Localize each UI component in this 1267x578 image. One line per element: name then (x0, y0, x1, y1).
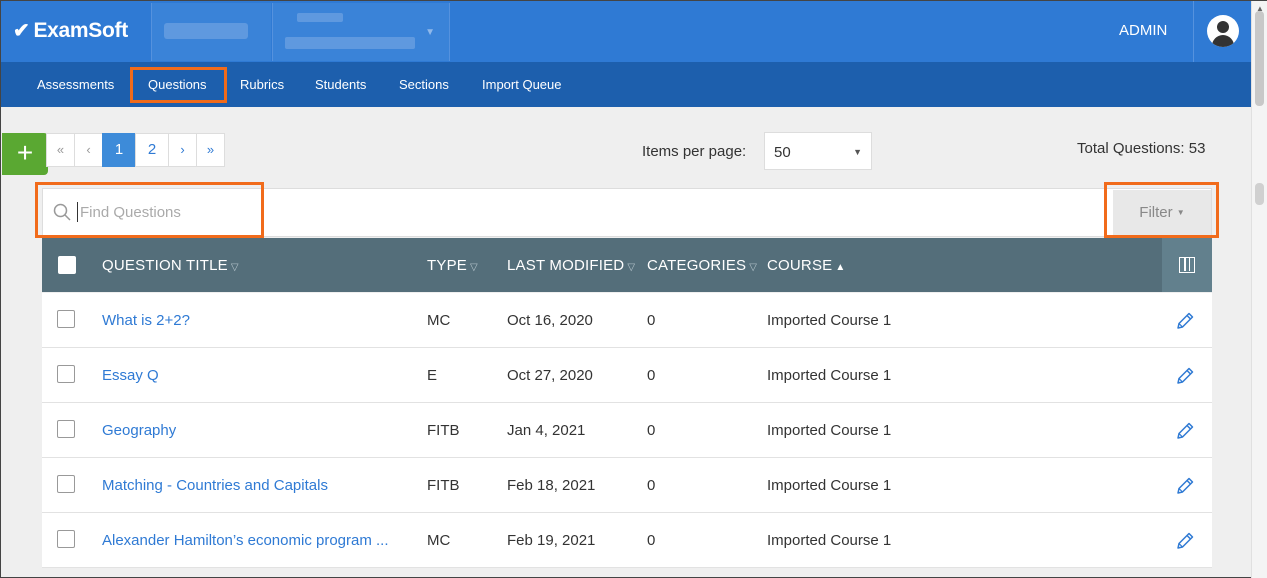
categories-count: 0 (647, 532, 656, 549)
user-avatar-icon[interactable] (1207, 15, 1239, 47)
caret-down-icon: ▼ (853, 147, 862, 157)
examsoft-logo[interactable]: ✔ ExamSoft (13, 18, 128, 43)
course-name: Imported Course 1 (767, 312, 892, 329)
question-type: FITB (427, 422, 460, 439)
sort-icon: ▽ (469, 262, 478, 273)
question-type: MC (427, 532, 451, 549)
column-chooser-button[interactable] (1162, 238, 1212, 292)
blurred-course-label (297, 13, 343, 22)
logo-mark-icon: ✔ (13, 20, 30, 42)
last-modified: Oct 16, 2020 (507, 312, 593, 329)
question-type: FITB (427, 477, 460, 494)
row-checkbox[interactable] (57, 475, 75, 493)
scrollbar-thumb[interactable] (1255, 11, 1264, 106)
main-nav: Assessments Questions Rubrics Students S… (1, 62, 1251, 107)
column-label: COURSE (767, 257, 833, 274)
pencil-edit-icon[interactable] (1174, 420, 1196, 442)
column-header-course[interactable]: COURSE ▲ (767, 257, 845, 274)
column-label: LAST MODIFIED (507, 257, 625, 274)
nav-sections[interactable]: Sections (399, 77, 449, 92)
sort-ascending-icon: ▲ (835, 262, 846, 273)
question-title-link[interactable]: Essay Q (102, 367, 159, 384)
row-checkbox[interactable] (57, 420, 75, 438)
row-checkbox[interactable] (57, 310, 75, 328)
sort-icon: ▽ (230, 262, 239, 273)
categories-count: 0 (647, 312, 656, 329)
course-name: Imported Course 1 (767, 477, 892, 494)
question-title-link[interactable]: Matching - Countries and Capitals (102, 477, 328, 494)
search-highlight-box (35, 182, 264, 238)
course-selector[interactable]: ▼ (272, 3, 450, 61)
question-title-link[interactable]: What is 2+2? (102, 312, 190, 329)
pencil-edit-icon[interactable] (1174, 530, 1196, 552)
column-header-question-title[interactable]: QUESTION TITLE ▽ (102, 257, 239, 274)
top-bar: ✔ ExamSoft ▼ ADMIN (1, 1, 1251, 62)
pencil-edit-icon[interactable] (1174, 475, 1196, 497)
logo-text: ExamSoft (33, 18, 128, 42)
table-row: What is 2+2? MC Oct 16, 2020 0 Imported Cour… (42, 293, 1212, 348)
question-type: E (427, 367, 438, 384)
course-name: Imported Course 1 (767, 422, 892, 439)
nav-rubrics[interactable]: Rubrics (240, 77, 284, 92)
admin-menu[interactable]: ADMIN (1119, 22, 1167, 39)
items-per-page-value: 50 (774, 144, 791, 161)
last-modified: Oct 27, 2020 (507, 367, 593, 384)
column-label: CATEGORIES (647, 257, 747, 274)
course-name: Imported Course 1 (767, 367, 892, 384)
total-questions: Total Questions: 53 (1077, 140, 1206, 157)
categories-count: 0 (647, 422, 656, 439)
question-title-link[interactable]: Geography (102, 422, 176, 439)
nav-import-queue[interactable]: Import Queue (482, 77, 562, 92)
page-2-button[interactable]: 2 (135, 133, 169, 167)
next-page-button[interactable]: › (168, 133, 197, 167)
scrollbar-marker (1255, 183, 1264, 205)
table-row: Matching - Countries and Capitals FITB Feb… (42, 458, 1212, 513)
column-header-categories[interactable]: CATEGORIES ▽ (647, 257, 757, 274)
column-header-type[interactable]: TYPE ▽ (427, 257, 478, 274)
pagination: « ‹ 1 2 › » (46, 133, 225, 167)
chevron-down-icon: ▼ (425, 27, 435, 38)
first-page-button[interactable]: « (46, 133, 75, 167)
table-row: Essay Q E Oct 27, 2020 0 Imported Course 1 (42, 348, 1212, 403)
pencil-edit-icon[interactable] (1174, 365, 1196, 387)
last-modified: Feb 19, 2021 (507, 532, 596, 549)
row-checkbox[interactable] (57, 365, 75, 383)
select-all-checkbox[interactable] (58, 256, 76, 274)
table-header: QUESTION TITLE ▽ TYPE ▽ LAST MODIFIED ▽ CAT… (42, 238, 1212, 292)
table-row: Alexander Hamilton’s economic program ..… (42, 513, 1212, 568)
column-header-last-modified[interactable]: LAST MODIFIED ▽ (507, 257, 635, 274)
last-modified: Jan 4, 2021 (507, 422, 586, 439)
filter-highlight-box (1104, 182, 1219, 238)
table-row: Geography FITB Jan 4, 2021 0 Imported Course… (42, 403, 1212, 458)
blurred-institution-name (164, 23, 248, 39)
sort-icon: ▽ (749, 262, 758, 273)
row-checkbox[interactable] (57, 530, 75, 548)
column-label: QUESTION TITLE (102, 257, 228, 274)
nav-students[interactable]: Students (315, 77, 366, 92)
questions-highlight-box (130, 67, 227, 103)
question-title-link[interactable]: Alexander Hamilton’s economic program ..… (102, 532, 389, 549)
last-page-button[interactable]: » (196, 133, 225, 167)
items-per-page-label: Items per page: (642, 143, 747, 160)
columns-icon (1179, 257, 1195, 273)
header-divider (1193, 1, 1194, 62)
column-label: TYPE (427, 257, 467, 274)
institution-selector[interactable] (151, 3, 271, 61)
add-question-button[interactable]: + (2, 133, 48, 175)
nav-assessments[interactable]: Assessments (37, 77, 114, 92)
categories-count: 0 (647, 367, 656, 384)
pencil-edit-icon[interactable] (1174, 310, 1196, 332)
blurred-course-name (285, 37, 415, 49)
page-1-button[interactable]: 1 (102, 133, 136, 167)
sort-icon: ▽ (627, 262, 636, 273)
question-type: MC (427, 312, 451, 329)
categories-count: 0 (647, 477, 656, 494)
items-per-page-select[interactable]: 50 ▼ (764, 132, 872, 170)
last-modified: Feb 18, 2021 (507, 477, 596, 494)
course-name: Imported Course 1 (767, 532, 892, 549)
prev-page-button[interactable]: ‹ (74, 133, 103, 167)
page-scrollbar[interactable]: ▲ (1251, 1, 1267, 578)
